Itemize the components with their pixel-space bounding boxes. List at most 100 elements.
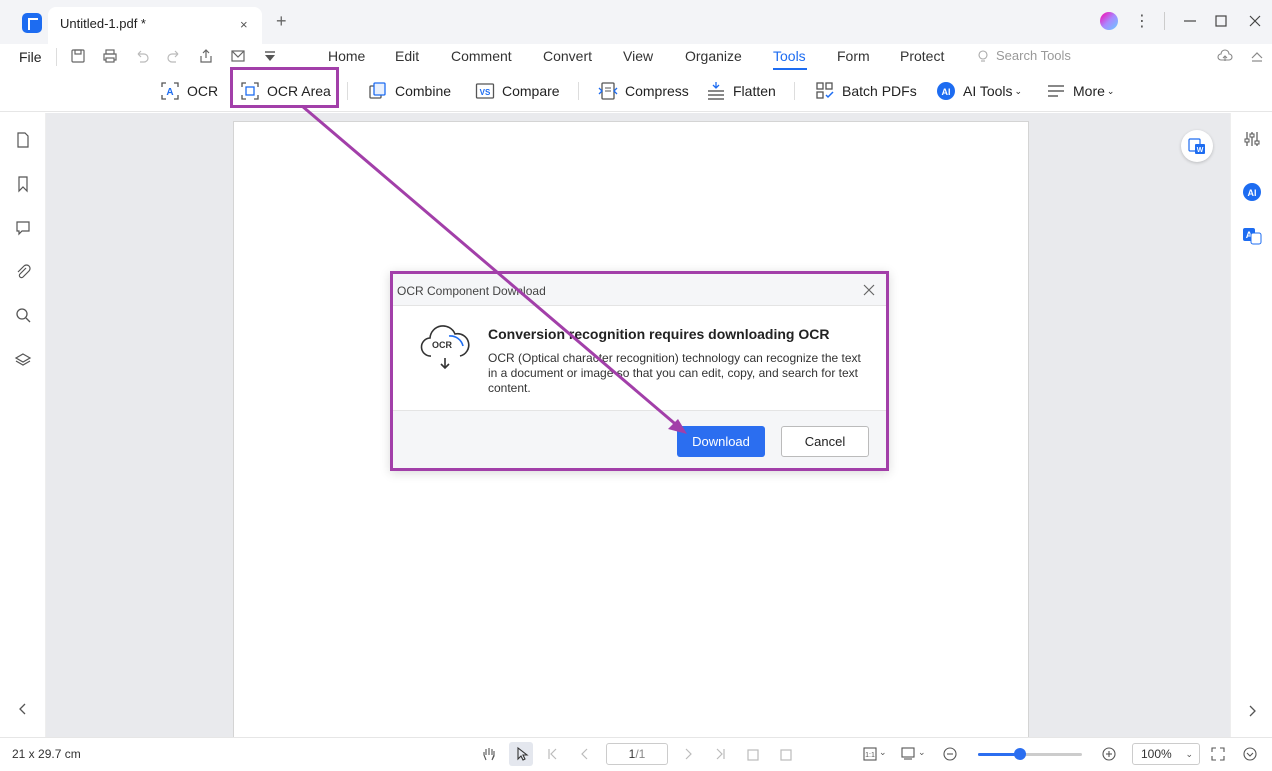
compress-icon [598,82,618,100]
share-icon[interactable] [198,48,214,64]
ocr-download-dialog: OCR Component Download OCR Conversion re… [390,271,889,471]
nav-form[interactable]: Form [837,48,870,64]
hand-tool-icon[interactable] [481,746,497,762]
page-thumbnail-icon[interactable] [14,131,32,149]
dialog-body: OCR Conversion recognition requires down… [393,306,886,410]
file-menu[interactable]: File [19,49,42,65]
close-window-icon[interactable] [1246,12,1264,30]
nav-tools[interactable]: Tools [773,48,806,64]
status-bar: 21 x 29.7 cm 1/1 1:1 ⌄ ⌄ 100% ⌄ [0,737,1272,771]
divider [56,48,57,66]
search-tools-input[interactable]: Search Tools [996,48,1071,63]
save-icon[interactable] [70,48,86,64]
nav-edit[interactable]: Edit [395,48,419,64]
nav-comment[interactable]: Comment [451,48,512,64]
collapse-ribbon-icon[interactable] [1249,48,1265,64]
attachment-icon[interactable] [14,263,32,281]
page-number-input[interactable]: 1/1 [606,743,668,765]
new-tab-button[interactable]: + [276,11,287,31]
rotate-right-icon[interactable] [778,746,794,762]
chevron-down-icon[interactable]: ⌄ [918,747,926,758]
page-layout-icon[interactable]: 1:1 [862,746,878,762]
batch-pdfs-icon [816,82,834,99]
tools-toolbar: A OCR OCR Area Combine VS Compare Compre… [0,70,1272,112]
chevron-down-icon[interactable]: ⌄ [879,747,887,758]
zoom-out-icon[interactable] [942,746,958,762]
layers-icon[interactable] [14,351,32,369]
compress-label: Compress [625,83,689,99]
batch-pdfs-button[interactable]: Batch PDFs [815,79,917,103]
more-button[interactable]: More ⌄ [1046,79,1114,103]
compare-button[interactable]: VS Compare [475,79,560,103]
compress-button[interactable]: Compress [598,79,689,103]
page-size-label: 21 x 29.7 cm [12,747,81,761]
ai-icon: AI [937,82,955,100]
bookmark-icon[interactable] [14,175,32,193]
nav-home[interactable]: Home [328,48,365,64]
ai-assistant-icon[interactable]: AI [1242,182,1262,202]
flatten-icon [708,82,724,100]
right-sidebar: AI A [1230,113,1272,737]
nav-convert[interactable]: Convert [543,48,592,64]
document-tab[interactable]: Untitled-1.pdf * × [48,7,262,44]
zoom-slider[interactable] [978,748,1082,760]
next-page-icon[interactable] [680,746,696,762]
dialog-footer: Download Cancel [393,410,886,468]
download-button[interactable]: Download [677,426,765,457]
redo-icon[interactable] [166,48,182,64]
translate-icon[interactable]: A [1242,226,1262,246]
flatten-button[interactable]: Flatten [706,79,776,103]
compare-icon: VS [475,83,495,99]
rotate-left-icon[interactable] [745,746,761,762]
zoom-slider-handle[interactable] [1013,748,1026,760]
ai-tools-button[interactable]: AI AI Tools ⌄ [936,79,1022,103]
previous-page-icon[interactable] [577,746,593,762]
dialog-description: OCR (Optical character recognition) tech… [488,351,861,395]
undo-icon[interactable] [134,48,150,64]
fit-page-icon[interactable] [1210,746,1226,762]
annotation-highlight-ocr-area [230,67,339,108]
view-mode-icon[interactable] [900,746,916,762]
select-tool-button[interactable] [509,742,533,766]
divider [347,82,348,100]
zoom-value: 100% [1141,747,1172,761]
last-page-icon[interactable] [712,746,728,762]
cancel-button[interactable]: Cancel [781,426,869,457]
chevron-left-icon[interactable] [16,702,30,716]
zoom-level-select[interactable]: 100% ⌄ [1132,743,1200,765]
batch-pdfs-label: Batch PDFs [842,83,917,99]
divider [1164,12,1165,30]
maximize-icon[interactable] [1212,12,1230,30]
more-options-icon[interactable]: ⋮ [1134,11,1150,31]
svg-text:VS: VS [480,88,491,97]
print-icon[interactable] [102,48,118,64]
dialog-header: OCR Component Download [393,274,886,306]
properties-sliders-icon[interactable] [1243,130,1261,148]
ocr-button[interactable]: A OCR [160,79,218,103]
avatar[interactable] [1100,12,1118,30]
email-icon[interactable] [230,48,246,64]
svg-text:AI: AI [1248,188,1257,198]
minimize-icon[interactable] [1181,12,1199,30]
ocr-icon: A [161,82,179,100]
svg-text:W: W [1197,147,1204,154]
title-bar: Untitled-1.pdf * × + ⋮ [0,0,1272,44]
chevron-down-icon: ⌄ [1185,749,1193,759]
convert-to-word-button[interactable]: W [1181,130,1213,162]
search-icon[interactable] [14,306,32,324]
chevron-right-icon[interactable] [1245,704,1259,718]
comment-icon[interactable] [14,219,32,237]
cloud-upload-icon[interactable] [1217,48,1233,64]
close-icon[interactable] [862,283,876,297]
first-page-icon[interactable] [545,746,561,762]
nav-organize[interactable]: Organize [685,48,742,64]
combine-button[interactable]: Combine [368,79,451,103]
nav-protect[interactable]: Protect [900,48,944,64]
cursor-icon [517,746,529,761]
more-view-options-icon[interactable] [1242,746,1258,762]
tab-close-icon[interactable]: × [240,17,248,32]
zoom-in-icon[interactable] [1101,746,1117,762]
flatten-label: Flatten [733,83,776,99]
nav-view[interactable]: View [623,48,653,64]
quick-access-dropdown-icon[interactable] [262,48,278,64]
